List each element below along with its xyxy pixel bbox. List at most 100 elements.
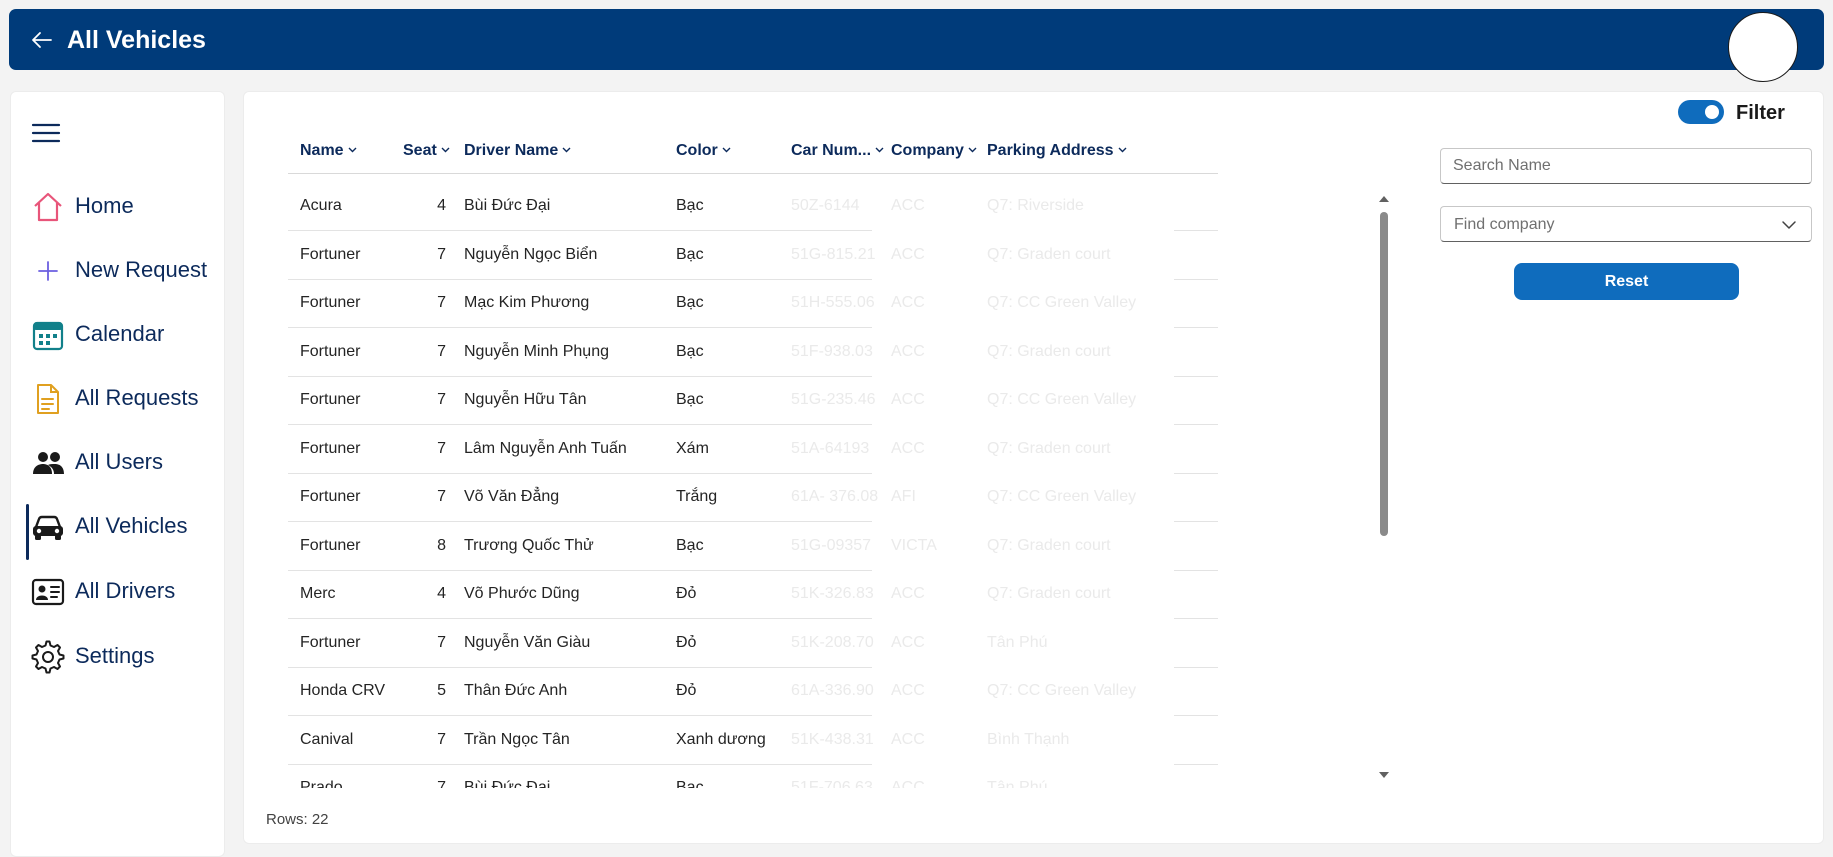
header-col-parking-address[interactable]: Parking Address [987, 142, 1127, 160]
cell-seat: 7 [437, 439, 446, 457]
chevron-down-icon [1782, 221, 1796, 229]
filter-label: Filter [1736, 102, 1785, 124]
header-label: Parking Address [987, 142, 1114, 159]
table-row[interactable]: Fortuner 7 Nguyễn Văn Giàu Đỏ 51K-208.70 ACC T… [288, 621, 1218, 668]
sidebar-item-label: New Request [75, 257, 208, 282]
cell-car-number: 61A-336.90 [791, 682, 874, 699]
sidebar-item-calendar[interactable]: Calendar [11, 310, 226, 358]
cell-seat: 7 [437, 294, 446, 311]
row-divider [1174, 521, 1218, 522]
cell-car-number: 51F-706.63 [791, 779, 873, 788]
row-divider [288, 666, 872, 668]
header-col-color[interactable]: Color [676, 142, 731, 160]
sort-chevron-down-icon [441, 147, 450, 153]
sort-chevron-down-icon [1118, 147, 1127, 153]
back-button[interactable] [27, 25, 57, 55]
row-divider [288, 521, 872, 522]
car-icon [33, 515, 63, 540]
sidebar: Home New Request Calendar All Requests A… [10, 91, 225, 857]
document-icon [37, 384, 59, 414]
table-row[interactable]: Prado 7 Bùi Đức Đại Bạc 51F-706.63 ACC Tân Phú [288, 766, 1218, 788]
sidebar-item-all-users[interactable]: All Users [11, 438, 226, 486]
cell-car-number: 61A- 376.08 [791, 488, 879, 505]
reset-button[interactable]: Reset [1514, 263, 1739, 300]
cell-company: ACC [891, 342, 925, 360]
avatar[interactable] [1728, 12, 1798, 82]
scroll-down-icon[interactable] [1377, 768, 1391, 782]
scroll-up-icon[interactable] [1377, 192, 1391, 206]
calendar-icon [32, 321, 64, 351]
cell-company: ACC [891, 197, 925, 214]
table-row[interactable]: Fortuner 7 Nguyễn Minh Phụng Bạc 51F-938.03 A… [288, 330, 1218, 377]
table-row[interactable]: Fortuner 7 Lâm Nguyễn Anh Tuấn Xám 51A-64193… [288, 427, 1218, 474]
find-company-dropdown[interactable]: Find company [1440, 206, 1812, 242]
cell-driver-name: Võ Phước Dũng [464, 585, 580, 602]
header-label: Color [676, 142, 718, 159]
table-scrollbar[interactable] [1377, 192, 1391, 782]
header-col-driver-name[interactable]: Driver Name [464, 142, 571, 160]
cell-parking-address: Q7: Graden court [987, 342, 1111, 360]
cell-name: Honda CRV [300, 682, 386, 699]
cell-car-number: 51K-326.83 [791, 585, 874, 602]
cell-color: Bạc [676, 536, 704, 554]
id-card-icon [31, 578, 65, 606]
hamburger-button[interactable] [31, 118, 61, 148]
sidebar-item-label: Settings [75, 643, 155, 668]
sidebar-item-settings[interactable]: Settings [11, 632, 226, 680]
header-col-company[interactable]: Company [891, 142, 977, 160]
cell-company: ACC [891, 585, 925, 602]
cell-company: AFI [891, 488, 916, 505]
row-divider [288, 472, 872, 474]
cell-parking-address: Q7: CC Green Valley [987, 488, 1137, 505]
table-row[interactable]: Fortuner 7 Nguyễn Ngọc Biển Bạc 51G-815.21 AC… [288, 233, 1218, 280]
table-row[interactable]: Fortuner 7 Võ Văn Đẳng Trắng 61A- 376.08 AFI Q… [288, 475, 1218, 522]
header-label: Driver Name [464, 142, 559, 159]
cell-parking-address: Q7: CC Green Valley [987, 391, 1137, 408]
sidebar-item-all-vehicles[interactable]: All Vehicles [11, 502, 226, 560]
sidebar-item-all-drivers[interactable]: All Drivers [11, 567, 226, 615]
table-row[interactable]: Acura 4 Bùi Đức Đại Bạc 50Z-6144 ACC Q7: River… [288, 184, 1218, 231]
row-divider [1174, 424, 1218, 425]
cell-name: Fortuner [300, 439, 361, 457]
header-col-name[interactable]: Name [300, 142, 357, 160]
row-divider [1174, 230, 1218, 231]
sidebar-item-label: All Users [75, 449, 164, 474]
cell-driver-name: Thân Đức Anh [464, 682, 568, 699]
row-divider [288, 618, 872, 619]
filter-toggle[interactable] [1678, 100, 1724, 124]
cell-car-number: 51G-815.21 [791, 245, 876, 263]
table-row[interactable]: Fortuner 7 Mạc Kim Phương Bạc 51H-555.06 ACC Q… [288, 281, 1218, 328]
cell-name: Merc [300, 585, 336, 602]
sidebar-item-new-request[interactable]: New Request [11, 246, 226, 294]
row-divider [288, 569, 872, 571]
cell-driver-name: Nguyễn Hữu Tân [464, 391, 587, 408]
cell-seat: 7 [437, 633, 446, 651]
header-col-seat[interactable]: Seat [403, 142, 450, 160]
cell-company: ACC [891, 439, 925, 457]
cell-car-number: 51F-938.03 [791, 342, 873, 360]
sort-chevron-down-icon [562, 147, 571, 153]
cell-car-number: 51K-208.70 [791, 633, 874, 651]
cell-color: Đỏ [676, 585, 697, 602]
table-row[interactable]: Honda CRV 5 Thân Đức Anh Đỏ 61A-336.90 ACC Q7:… [288, 669, 1218, 716]
header-col-car-number[interactable]: Car Num... [791, 142, 884, 160]
table-row[interactable]: Merc 4 Võ Phước Dũng Đỏ 51K-326.83 ACC Q7: Gra… [288, 572, 1218, 619]
scroll-thumb[interactable] [1380, 212, 1388, 536]
search-name-input[interactable] [1440, 148, 1812, 184]
table-row[interactable]: Canival 7 Trần Ngọc Tân Xanh dương 51K-438.3… [288, 718, 1218, 765]
sidebar-item-home[interactable]: Home [11, 182, 226, 230]
table-row[interactable]: Fortuner 7 Nguyễn Hữu Tân Bạc 51G-235.46 ACC Q… [288, 378, 1218, 425]
cell-parking-address: Q7: Graden court [987, 585, 1111, 602]
cell-parking-address: Tân Phú [987, 633, 1048, 651]
cell-name: Fortuner [300, 536, 361, 554]
cell-driver-name: Trần Ngọc Tân [464, 730, 570, 748]
sort-chevron-down-icon [968, 147, 977, 153]
cell-company: ACC [891, 294, 925, 311]
cell-driver-name: Võ Văn Đẳng [464, 488, 560, 505]
row-divider [288, 327, 872, 328]
sidebar-item-all-requests[interactable]: All Requests [11, 374, 226, 422]
table-row[interactable]: Fortuner 8 Trương Quốc Thử Bạc 51G-09357 VICT… [288, 524, 1218, 571]
header-label: Company [891, 142, 964, 159]
row-divider [1174, 375, 1218, 377]
cell-company: VICTA [891, 536, 937, 554]
